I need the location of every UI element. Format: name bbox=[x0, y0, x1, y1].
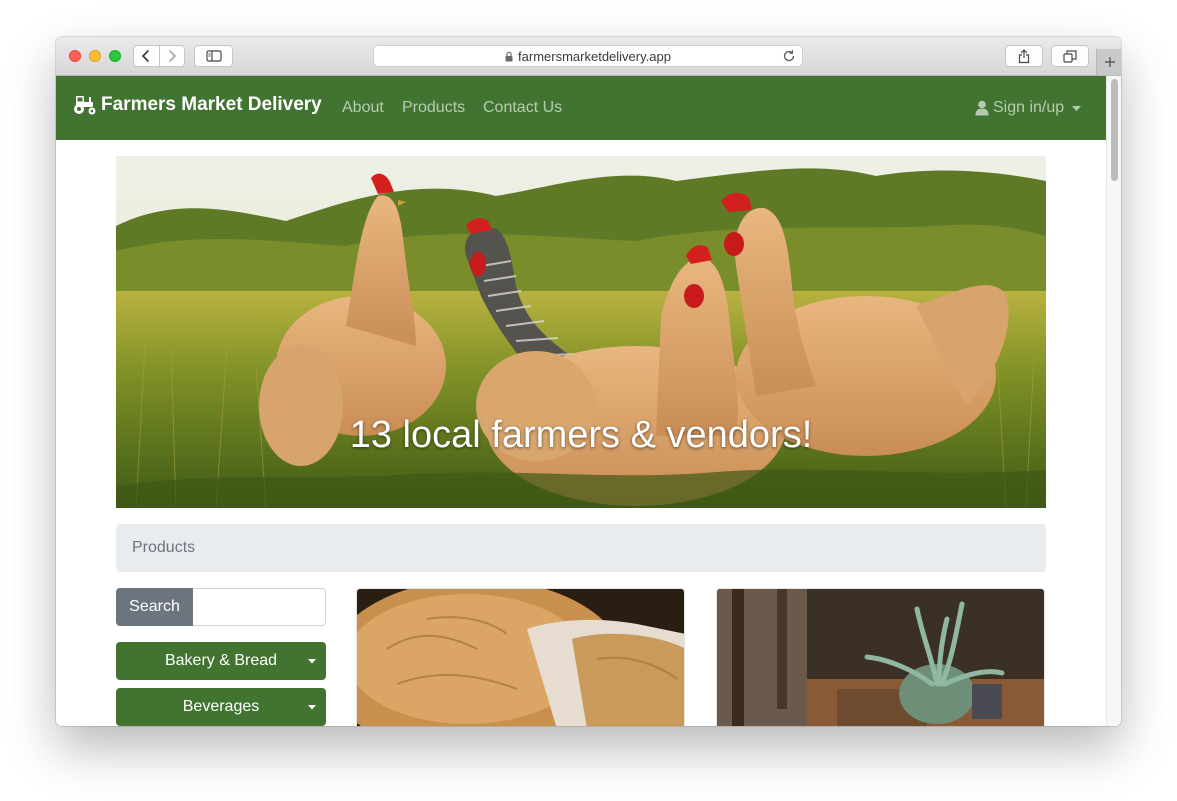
minimize-window-button[interactable] bbox=[89, 50, 101, 62]
scrollbar-thumb[interactable] bbox=[1111, 79, 1118, 181]
search-input[interactable] bbox=[193, 588, 326, 626]
breadcrumb: Products bbox=[116, 524, 1046, 572]
hero-banner: 13 local farmers & vendors! bbox=[116, 156, 1046, 508]
signin-dropdown[interactable]: Sign in/up bbox=[975, 99, 1082, 117]
product-card-bread[interactable] bbox=[356, 588, 685, 726]
share-icon[interactable] bbox=[1005, 45, 1043, 67]
hero-caption: 13 local farmers & vendors! bbox=[349, 414, 813, 456]
back-icon[interactable] bbox=[134, 46, 159, 66]
reload-icon[interactable] bbox=[782, 49, 796, 63]
close-window-button[interactable] bbox=[69, 50, 81, 62]
browser-toolbar: farmersmarketdelivery.app bbox=[56, 37, 1121, 76]
lock-icon bbox=[505, 51, 513, 62]
address-bar[interactable]: farmersmarketdelivery.app bbox=[373, 45, 803, 67]
chevron-down-icon bbox=[308, 705, 316, 710]
vertical-scrollbar[interactable] bbox=[1106, 76, 1121, 726]
category-label: Bakery & Bread bbox=[164, 652, 278, 669]
product-card-plant[interactable] bbox=[716, 588, 1045, 726]
search-group: Search bbox=[116, 588, 326, 626]
page-viewport: Farmers Market Delivery About Products C… bbox=[56, 76, 1106, 726]
url-text: farmersmarketdelivery.app bbox=[518, 48, 671, 64]
forward-icon[interactable] bbox=[160, 46, 185, 66]
category-button-beverages[interactable]: Beverages bbox=[116, 688, 326, 726]
brand-link[interactable]: Farmers Market Delivery bbox=[72, 94, 322, 116]
site-navbar: Farmers Market Delivery About Products C… bbox=[56, 76, 1106, 140]
search-label: Search bbox=[116, 588, 193, 626]
nav-link-products[interactable]: Products bbox=[402, 99, 465, 117]
chevron-down-icon bbox=[1072, 105, 1082, 111]
brand-name: Farmers Market Delivery bbox=[101, 94, 322, 115]
signin-label: Sign in/up bbox=[993, 99, 1065, 116]
nav-link-about[interactable]: About bbox=[342, 99, 384, 117]
browser-window: farmersmarketdelivery.app Farmers Market… bbox=[56, 37, 1121, 726]
history-nav bbox=[133, 45, 185, 67]
category-label: Beverages bbox=[182, 698, 260, 715]
plus-icon[interactable] bbox=[1096, 49, 1121, 75]
product-image-plant bbox=[717, 589, 1044, 726]
breadcrumb-item-products: Products bbox=[132, 539, 196, 556]
tabs-icon[interactable] bbox=[1051, 45, 1089, 67]
user-icon bbox=[975, 100, 989, 116]
tractor-icon bbox=[72, 95, 97, 115]
nav-link-contact[interactable]: Contact Us bbox=[483, 99, 562, 117]
chevron-down-icon bbox=[308, 659, 316, 664]
sidebar-icon[interactable] bbox=[194, 45, 233, 67]
zoom-window-button[interactable] bbox=[109, 50, 121, 62]
product-image-bread bbox=[357, 589, 684, 726]
category-button-bakery[interactable]: Bakery & Bread bbox=[116, 642, 326, 680]
